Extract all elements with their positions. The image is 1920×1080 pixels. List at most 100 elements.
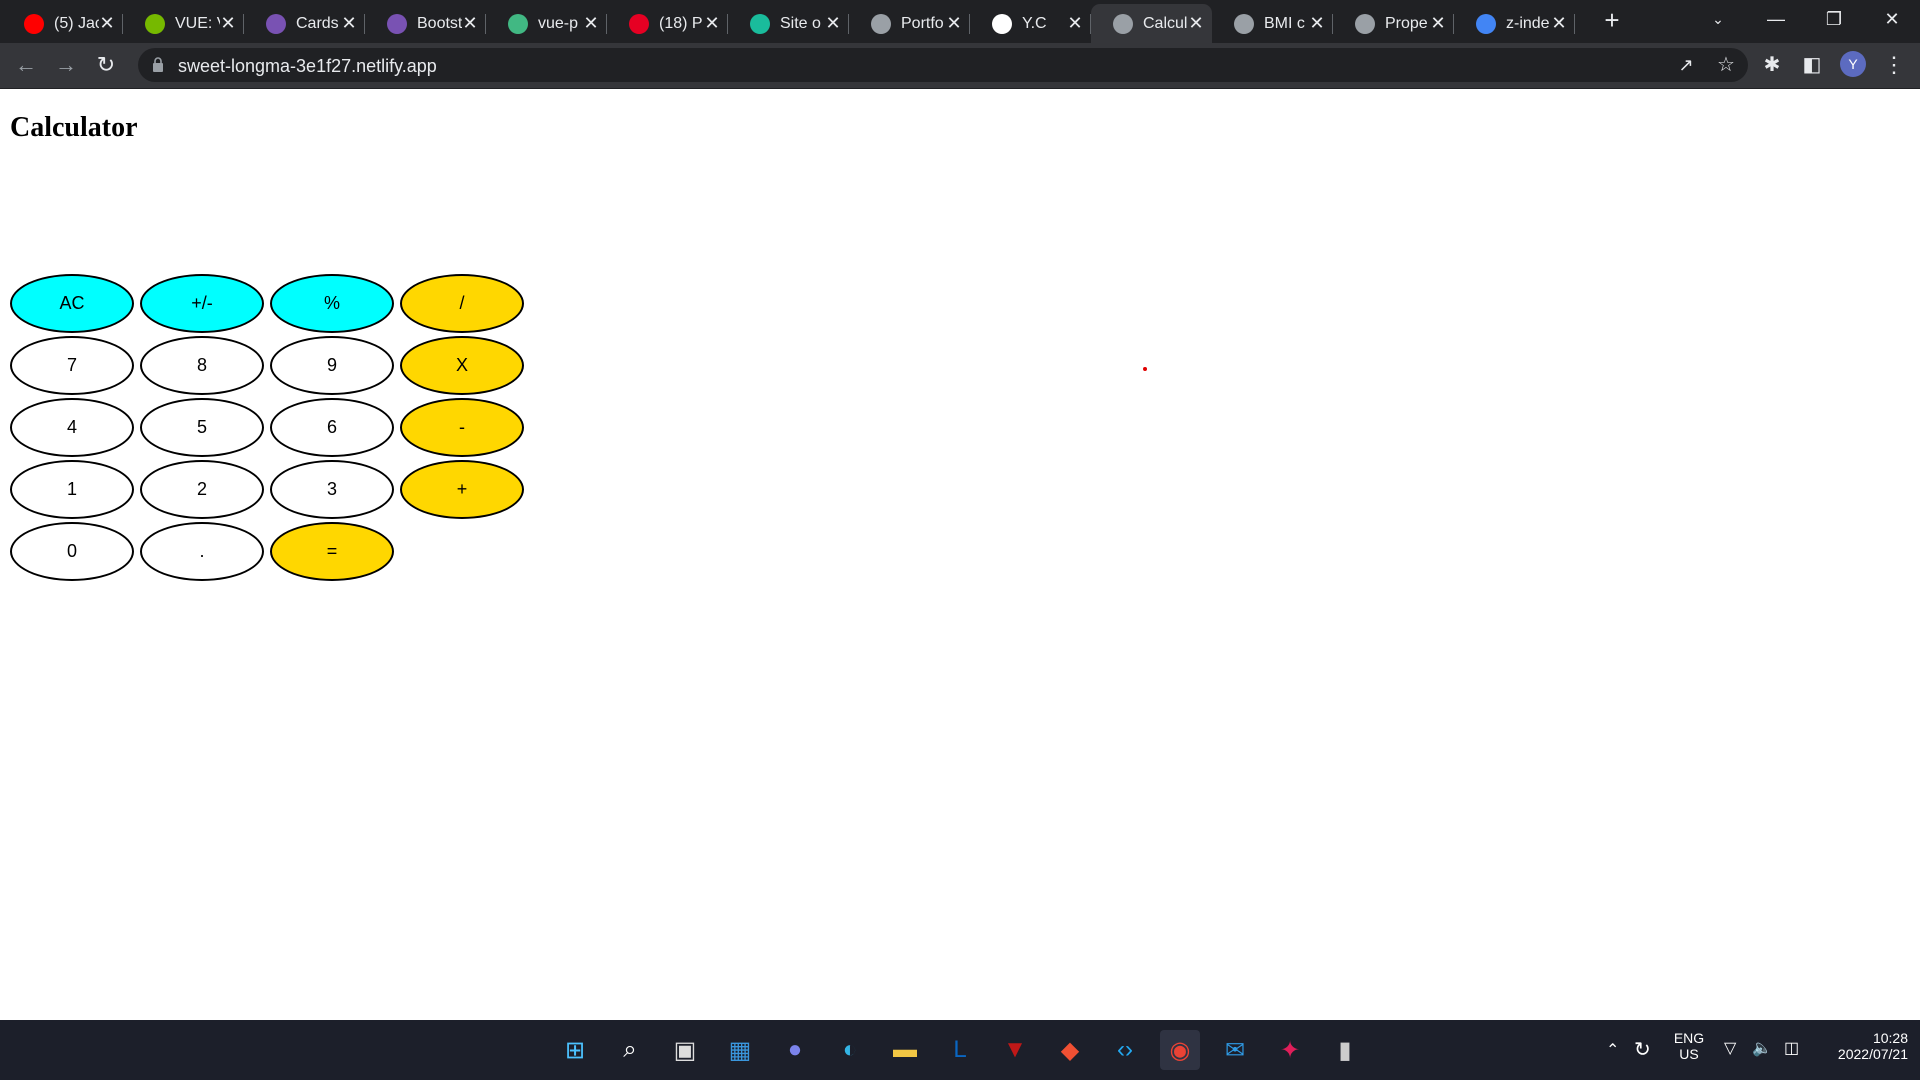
mail-icon[interactable]: ✉ xyxy=(1215,1030,1255,1070)
close-tab-icon[interactable]: ✕ xyxy=(946,13,962,34)
close-tab-icon[interactable]: ✕ xyxy=(825,13,841,34)
chrome-icon[interactable]: ◉ xyxy=(1160,1030,1200,1070)
windows-start-icon[interactable]: ⊞ xyxy=(555,1030,595,1070)
back-icon[interactable]: ← xyxy=(12,51,40,79)
tab-11[interactable]: Prope ✕ xyxy=(1333,4,1454,43)
restore-button[interactable]: ❐ xyxy=(1806,0,1862,40)
key-button[interactable]: +/- xyxy=(140,274,264,333)
minimize-button[interactable]: — xyxy=(1748,0,1804,40)
search-icon[interactable]: ⌕ xyxy=(610,1030,650,1070)
close-tab-icon[interactable]: ✕ xyxy=(1067,13,1083,34)
tab-title: Y.C xyxy=(1022,14,1047,32)
tab-1[interactable]: VUE: V✕ xyxy=(123,4,244,43)
globe-icon xyxy=(1355,13,1375,34)
cursor-dot xyxy=(1143,367,1147,371)
taskbar: ⊞ ⌕ ▣ ▦ ● ◐ ▬ L ▼ ◆ ‹› ◉ ✉ ✦ ▮ ⌃ ↻ ENG US ▽ 🔈 ◫ 10:28 … xyxy=(0,1020,1920,1080)
key-button[interactable]: 3 xyxy=(270,460,394,519)
url-text: sweet-longma-3e1f27.netlify.app xyxy=(178,56,437,76)
tab-8[interactable]: Y.C ✕ xyxy=(970,4,1091,43)
key-button[interactable]: - xyxy=(400,398,524,457)
tab-10[interactable]: BMI c ✕ xyxy=(1212,4,1333,43)
key-button[interactable]: 8 xyxy=(140,336,264,395)
forward-icon[interactable]: → xyxy=(52,51,80,79)
tab-4[interactable]: vue-p ✕ xyxy=(486,4,607,43)
key-button[interactable]: 2 xyxy=(140,460,264,519)
file-explorer-icon[interactable]: ▬ xyxy=(885,1030,925,1070)
slack-icon[interactable]: ✦ xyxy=(1270,1030,1310,1070)
show-hidden-icons-icon[interactable]: ⌃ xyxy=(1606,1040,1619,1060)
linkedin-learning-icon[interactable]: L xyxy=(940,1030,980,1070)
tab-search-icon[interactable]: ⌄ xyxy=(1690,0,1746,40)
tab-strip: (5) Jac✕VUE: V✕Cards✕Bootst✕vue-p✕(18) P… xyxy=(0,0,1920,43)
key-button[interactable]: 1 xyxy=(10,460,134,519)
mcafee-icon[interactable]: ▼ xyxy=(995,1030,1035,1070)
close-tab-icon[interactable]: ✕ xyxy=(1188,13,1204,34)
close-tab-icon[interactable]: ✕ xyxy=(462,13,478,34)
new-tab-button[interactable]: + xyxy=(1598,6,1626,34)
task-view-icon[interactable]: ▣ xyxy=(665,1030,705,1070)
git-icon[interactable]: ◆ xyxy=(1050,1030,1090,1070)
close-tab-icon[interactable]: ✕ xyxy=(1309,13,1325,34)
profile-avatar[interactable]: Y xyxy=(1840,51,1866,77)
close-window-button[interactable]: ✕ xyxy=(1864,0,1920,40)
bookmark-star-icon[interactable]: ☆ xyxy=(1712,51,1740,79)
close-tab-icon[interactable]: ✕ xyxy=(1551,13,1567,34)
tab-12[interactable]: z-inde ✕ xyxy=(1454,4,1575,43)
tab-3[interactable]: Bootst ✕ xyxy=(365,4,486,43)
key-button[interactable]: + xyxy=(400,460,524,519)
google-icon xyxy=(1476,13,1496,34)
key-button[interactable]: X xyxy=(400,336,524,395)
bootstrap-icon xyxy=(266,13,286,34)
tab-2[interactable]: Cards ✕ xyxy=(244,4,365,43)
tab-title: VUE: V xyxy=(175,14,220,32)
tab-title: (5) Jac xyxy=(54,14,99,32)
tab-7[interactable]: Portfo ✕ xyxy=(849,4,970,43)
close-tab-icon[interactable]: ✕ xyxy=(583,13,599,34)
vscode-icon[interactable]: ‹› xyxy=(1105,1030,1145,1070)
close-tab-icon[interactable]: ✕ xyxy=(220,13,236,34)
close-tab-icon[interactable]: ✕ xyxy=(99,13,115,34)
key-button[interactable]: = xyxy=(270,522,394,581)
close-tab-icon[interactable]: ✕ xyxy=(341,13,357,34)
teams-chat-icon[interactable]: ● xyxy=(775,1030,815,1070)
tab-title: Portfo xyxy=(901,14,944,32)
side-panel-icon[interactable]: ◧ xyxy=(1798,51,1826,79)
volume-icon[interactable]: 🔈 xyxy=(1752,1038,1772,1058)
key-button[interactable]: 0 xyxy=(10,522,134,581)
youtube-icon xyxy=(24,13,44,34)
tab-5[interactable]: (18) P ✕ xyxy=(607,4,728,43)
tab-9[interactable]: Calcul ✕ xyxy=(1091,4,1212,43)
language-indicator[interactable]: ENG US xyxy=(1664,1030,1714,1062)
widgets-icon[interactable]: ▦ xyxy=(720,1030,760,1070)
tab-6[interactable]: Site o ✕ xyxy=(728,4,849,43)
tab-title: BMI c xyxy=(1264,14,1305,32)
tab-title: Prope xyxy=(1385,14,1428,32)
key-button[interactable]: 4 xyxy=(10,398,134,457)
tab-title: Cards xyxy=(296,14,339,32)
key-button[interactable]: 7 xyxy=(10,336,134,395)
key-button[interactable]: AC xyxy=(10,274,134,333)
key-button[interactable]: . xyxy=(140,522,264,581)
sync-icon[interactable]: ↻ xyxy=(1634,1037,1651,1062)
bootstrap-icon xyxy=(387,13,407,34)
key-button[interactable]: / xyxy=(400,274,524,333)
key-button[interactable]: % xyxy=(270,274,394,333)
close-tab-icon[interactable]: ✕ xyxy=(1430,13,1446,34)
page-title: Calculator xyxy=(10,112,138,143)
menu-icon[interactable]: ⋮ xyxy=(1880,51,1908,79)
tab-0[interactable]: (5) Jac ✕ xyxy=(2,4,123,43)
key-button[interactable]: 9 xyxy=(270,336,394,395)
clock[interactable]: 10:28 2022/07/21 xyxy=(1822,1030,1908,1062)
terminal-icon[interactable]: ▮ xyxy=(1325,1030,1365,1070)
share-icon[interactable]: ↗ xyxy=(1672,51,1700,79)
address-bar[interactable]: sweet-longma-3e1f27.netlify.app ↗ ☆ xyxy=(138,48,1748,82)
battery-icon[interactable]: ◫ xyxy=(1784,1038,1799,1058)
wifi-icon[interactable]: ▽ xyxy=(1724,1038,1736,1058)
key-button[interactable]: 6 xyxy=(270,398,394,457)
key-button[interactable]: 5 xyxy=(140,398,264,457)
edge-icon[interactable]: ◐ xyxy=(830,1030,870,1070)
nvidia-icon xyxy=(145,13,165,34)
extensions-icon[interactable]: ✱ xyxy=(1758,51,1786,79)
close-tab-icon[interactable]: ✕ xyxy=(704,13,720,34)
reload-icon[interactable]: ↻ xyxy=(92,51,120,79)
